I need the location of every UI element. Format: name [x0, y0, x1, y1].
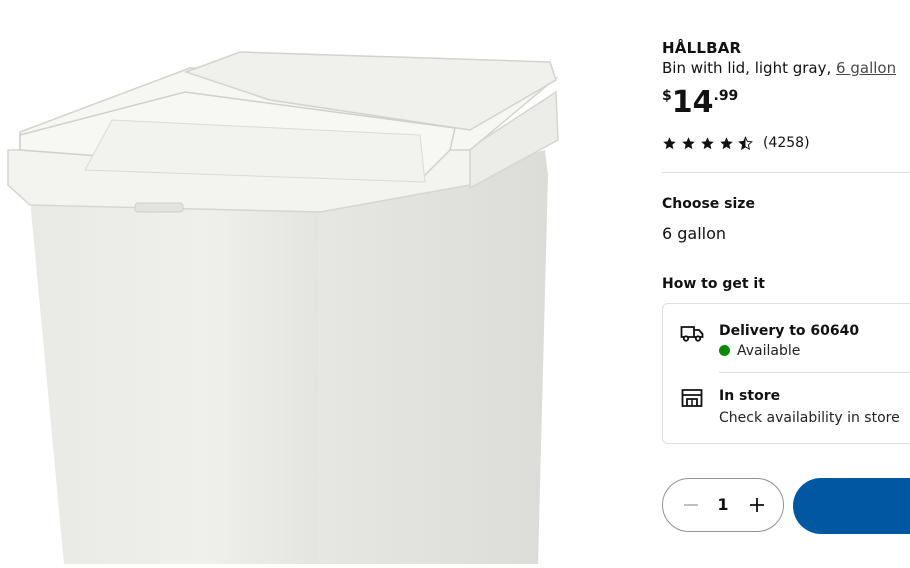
price-whole: 14 — [671, 85, 714, 120]
divider — [719, 372, 910, 373]
product-name: HÅLLBAR — [662, 39, 742, 57]
in-store-subtitle: Check availability in store — [719, 410, 900, 426]
add-to-cart-button[interactable] — [793, 478, 910, 534]
available-dot-icon — [719, 345, 730, 356]
price: $ 14 .99 — [662, 86, 738, 120]
star-icon — [663, 136, 676, 149]
in-store-title[interactable]: In store — [719, 388, 780, 404]
choose-size-heading: Choose size — [662, 196, 755, 212]
divider — [662, 172, 910, 173]
rating[interactable]: (4258) — [662, 135, 810, 151]
size-link[interactable]: 6 gallon — [836, 59, 896, 77]
star-icon — [720, 136, 733, 149]
price-cents: .99 — [713, 88, 739, 104]
fulfilment-options: Delivery to 60640 Available In store Che… — [662, 303, 910, 444]
product-description: Bin with lid, light gray, 6 gallon — [662, 59, 896, 77]
star-icon — [682, 136, 695, 149]
quantity-stepper: 1 — [662, 478, 784, 532]
review-count: (4258) — [763, 135, 810, 151]
half-star-icon — [738, 135, 753, 150]
product-description-text: Bin with lid, light gray, — [662, 59, 832, 77]
product-info-panel: HÅLLBAR Bin with lid, light gray, 6 gall… — [662, 0, 910, 564]
quantity-value[interactable]: 1 — [715, 495, 731, 514]
delivery-status-text: Available — [737, 343, 801, 359]
minus-icon — [684, 504, 698, 506]
product-image — [0, 0, 600, 564]
delivery-status: Available — [719, 343, 800, 359]
increase-button[interactable] — [743, 491, 771, 519]
star-icon — [701, 136, 714, 149]
decrease-button[interactable] — [677, 491, 705, 519]
plus-icon — [750, 498, 764, 512]
how-to-get-it-heading: How to get it — [662, 276, 765, 292]
star-rating — [662, 135, 753, 151]
price-currency: $ — [662, 88, 672, 104]
delivery-title[interactable]: Delivery to 60640 — [719, 323, 859, 339]
selected-size[interactable]: 6 gallon — [662, 224, 726, 243]
truck-icon — [680, 326, 704, 342]
store-icon — [681, 389, 703, 407]
